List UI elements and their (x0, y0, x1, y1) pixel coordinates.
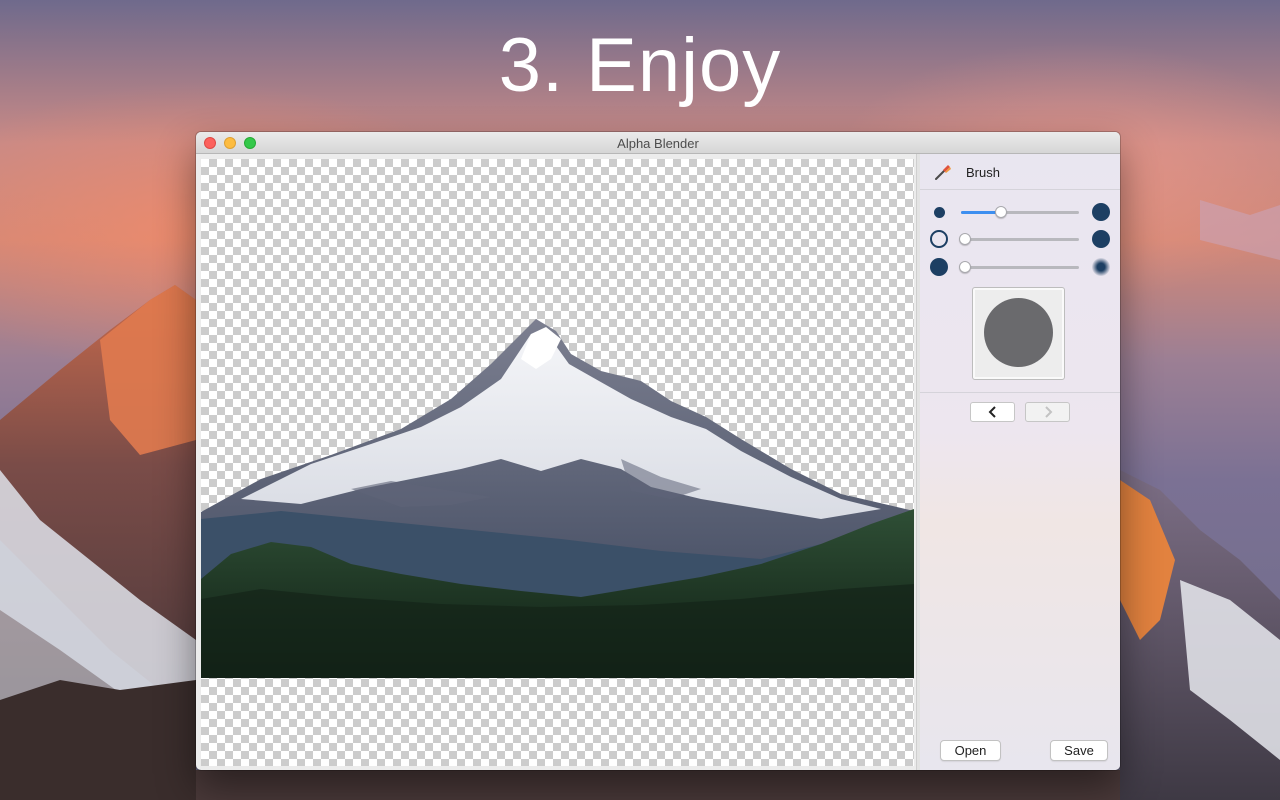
brush-preview (972, 287, 1065, 380)
brush-softness-slider-row (930, 257, 1110, 277)
redo-forward-button[interactable] (1025, 402, 1070, 422)
brush-preview-circle (984, 298, 1053, 367)
soft-edge-icon (1092, 258, 1110, 276)
brush-opacity-slider[interactable] (959, 233, 1079, 245)
app-window: Alpha Blender Brush Open Save (196, 132, 1120, 770)
undo-back-button[interactable] (970, 402, 1015, 422)
tool-header: Brush (920, 154, 1120, 190)
open-button[interactable]: Open (940, 740, 1001, 761)
brush-icon (935, 165, 951, 180)
brush-size-slider-row (930, 202, 1110, 222)
sidebar-separator (920, 392, 1120, 393)
tool-sidebar: Brush Open Save (920, 154, 1120, 770)
small-size-icon (934, 207, 945, 218)
window-title: Alpha Blender (617, 136, 699, 151)
image-canvas[interactable] (201, 159, 914, 766)
brush-softness-slider[interactable] (959, 261, 1079, 273)
save-button[interactable]: Save (1050, 740, 1108, 761)
hard-edge-icon (930, 258, 948, 276)
chevron-left-icon (988, 406, 996, 418)
low-opacity-icon (930, 230, 948, 248)
brush-size-slider[interactable] (961, 206, 1079, 218)
promo-headline: 3. Enjoy (498, 23, 782, 108)
brush-softness-slider-knob[interactable] (959, 261, 971, 273)
high-opacity-icon (1092, 230, 1110, 248)
mountain-image (201, 319, 914, 678)
chevron-right-icon (1044, 406, 1052, 418)
brush-opacity-slider-row (930, 229, 1110, 249)
brush-size-slider-knob[interactable] (995, 206, 1008, 218)
window-titlebar[interactable]: Alpha Blender (196, 132, 1120, 154)
large-size-icon (1092, 203, 1110, 221)
tool-name: Brush (966, 165, 1000, 180)
brush-opacity-slider-knob[interactable] (959, 233, 971, 245)
